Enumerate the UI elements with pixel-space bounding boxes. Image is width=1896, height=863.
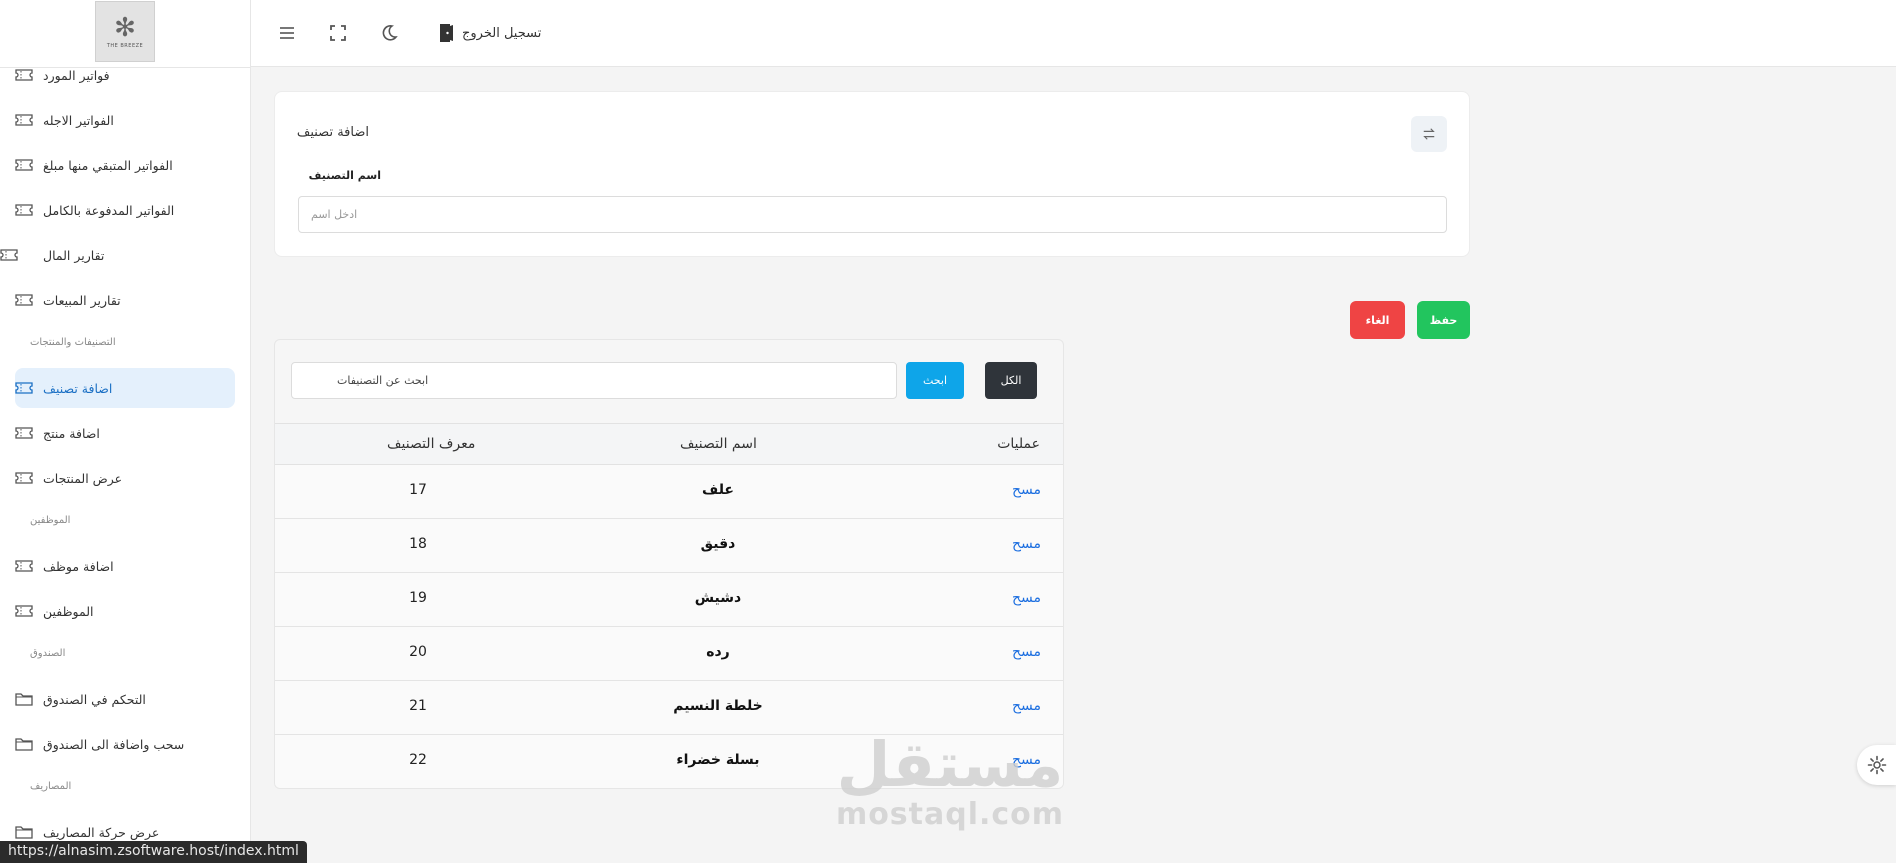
top-header: تسجيل الخروج xyxy=(251,0,1896,67)
sidebar-item-label: الفواتير الاجله xyxy=(43,112,114,128)
ticket-icon xyxy=(15,158,33,172)
table-header: عمليات اسم التصنيف معرف التصنيف xyxy=(275,423,1063,465)
table-row: مسح دقيق 18 xyxy=(275,519,1063,573)
category-search-input[interactable] xyxy=(291,362,897,399)
gear-icon xyxy=(1867,755,1887,775)
category-name-label: اسم التصنيف xyxy=(308,169,381,182)
sidebar-item-employees[interactable]: الموظفين xyxy=(15,591,235,631)
header-operations: عمليات xyxy=(997,436,1040,452)
sidebar-item-money-reports[interactable]: تقارير المال xyxy=(0,235,220,275)
category-id-cell: 17 xyxy=(409,482,427,498)
ticket-icon xyxy=(15,113,33,127)
sidebar: ✻ THE BREEZE فواتير المورد الفواتير الاج… xyxy=(0,0,251,863)
sidebar-section-expenses: المصاريف xyxy=(30,781,72,792)
sidebar-item-label: الفواتير المتبقي منها مبلغ xyxy=(43,157,173,173)
cancel-button[interactable]: الغاء xyxy=(1350,301,1405,339)
logout-door-icon xyxy=(438,23,454,43)
sidebar-item-label: اضافة منتج xyxy=(43,425,100,441)
moon-icon[interactable] xyxy=(377,21,401,45)
sidebar-item-label: تقارير المبيعات xyxy=(43,292,121,308)
category-id-cell: 18 xyxy=(409,536,427,552)
sidebar-item-supplier-invoices[interactable]: فواتير المورد xyxy=(15,55,235,95)
sidebar-item-label: الفواتير المدفوعة بالكامل xyxy=(43,202,175,218)
ticket-icon xyxy=(15,471,33,485)
save-button[interactable]: حفظ xyxy=(1417,301,1470,339)
sidebar-item-add-product[interactable]: اضافة منتج xyxy=(15,413,235,453)
sidebar-item-label: سحب واضافة الى الصندوق xyxy=(43,736,185,752)
sidebar-item-paid-invoices[interactable]: الفواتير المدفوعة بالكامل xyxy=(15,190,235,230)
search-button[interactable]: ابحث xyxy=(906,362,964,399)
logout-label: تسجيل الخروج xyxy=(462,25,542,41)
sidebar-item-cashbox-transfer[interactable]: سحب واضافة الى الصندوق xyxy=(15,724,235,764)
sidebar-item-label: اضافة تصنيف xyxy=(43,380,113,396)
table-row: مسح علف 17 xyxy=(275,465,1063,519)
fullscreen-icon[interactable] xyxy=(326,21,350,45)
header-category-name: اسم التصنيف xyxy=(680,436,757,452)
sidebar-item-label: اضافة موظف xyxy=(43,558,114,574)
sidebar-item-sales-reports[interactable]: تقارير المبيعات xyxy=(15,280,235,320)
category-id-cell: 20 xyxy=(409,644,427,660)
swap-arrows-icon[interactable] xyxy=(1411,116,1447,152)
category-name-input[interactable] xyxy=(298,196,1447,233)
folder-icon xyxy=(15,825,33,839)
sidebar-item-add-category[interactable]: اضافة تصنيف xyxy=(15,368,235,408)
logo[interactable]: ✻ THE BREEZE xyxy=(95,1,155,62)
sidebar-item-label: التحكم في الصندوق xyxy=(43,691,146,707)
sidebar-item-remaining-invoices[interactable]: الفواتير المتبقي منها مبلغ xyxy=(15,145,235,185)
sidebar-item-deferred-invoices[interactable]: الفواتير الاجله xyxy=(15,100,235,140)
watermark-latin: mostaql.com xyxy=(835,797,1065,832)
folder-icon xyxy=(15,737,33,751)
mostaql-watermark: مستقل mostaql.com xyxy=(830,728,1070,833)
sidebar-item-label: عرض حركة المصاريف xyxy=(43,824,160,840)
sidebar-item-cashbox-control[interactable]: التحكم في الصندوق xyxy=(15,679,235,719)
sidebar-item-add-employee[interactable]: اضافة موظف xyxy=(15,546,235,586)
logo-text: THE BREEZE xyxy=(106,42,144,49)
table-row: مسح خلطة النسيم 21 xyxy=(275,681,1063,735)
category-id-cell: 22 xyxy=(409,752,427,768)
table-row: مسح دشيش 19 xyxy=(275,573,1063,627)
ticket-icon xyxy=(15,604,33,618)
show-all-button[interactable]: الكل xyxy=(985,362,1037,399)
header-category-id: معرف التصنيف xyxy=(387,436,476,452)
watermark-arabic: مستقل xyxy=(836,728,1064,801)
category-id-cell: 21 xyxy=(409,698,427,714)
sidebar-section-employees: الموظفين xyxy=(30,515,71,526)
table-row: مسح رده 20 xyxy=(275,627,1063,681)
ticket-icon xyxy=(15,559,33,573)
sidebar-item-label: الموظفين xyxy=(43,603,94,619)
sidebar-item-label: تقارير المال xyxy=(43,247,105,263)
sidebar-section-cashbox: الصندوق xyxy=(30,648,66,659)
sidebar-section-categories: التصنيفات والمنتجات xyxy=(30,337,116,348)
browser-status-url: https://alnasim.zsoftware.host/index.htm… xyxy=(0,841,307,863)
ticket-icon xyxy=(15,203,33,217)
ticket-icon xyxy=(15,426,33,440)
sidebar-item-label: فواتير المورد xyxy=(43,67,110,83)
settings-button[interactable] xyxy=(1857,745,1896,785)
add-category-card: اضافة تصنيف اسم التصنيف xyxy=(274,91,1470,257)
ticket-icon xyxy=(15,293,33,307)
ticket-icon xyxy=(15,381,33,395)
categories-table-card: ابحث الكل عمليات اسم التصنيف معرف التصني… xyxy=(274,339,1064,789)
ticket-icon xyxy=(15,68,33,82)
ticket-icon xyxy=(0,248,18,262)
menu-icon[interactable] xyxy=(275,21,299,45)
folder-icon xyxy=(15,692,33,706)
logout-button[interactable]: تسجيل الخروج xyxy=(438,20,541,46)
card-title: اضافة تصنيف xyxy=(296,125,369,140)
windmill-logo-icon: ✻ xyxy=(114,12,136,43)
sidebar-item-view-products[interactable]: عرض المنتجات xyxy=(15,458,235,498)
sidebar-item-label: عرض المنتجات xyxy=(43,470,123,486)
category-id-cell: 19 xyxy=(409,590,427,606)
